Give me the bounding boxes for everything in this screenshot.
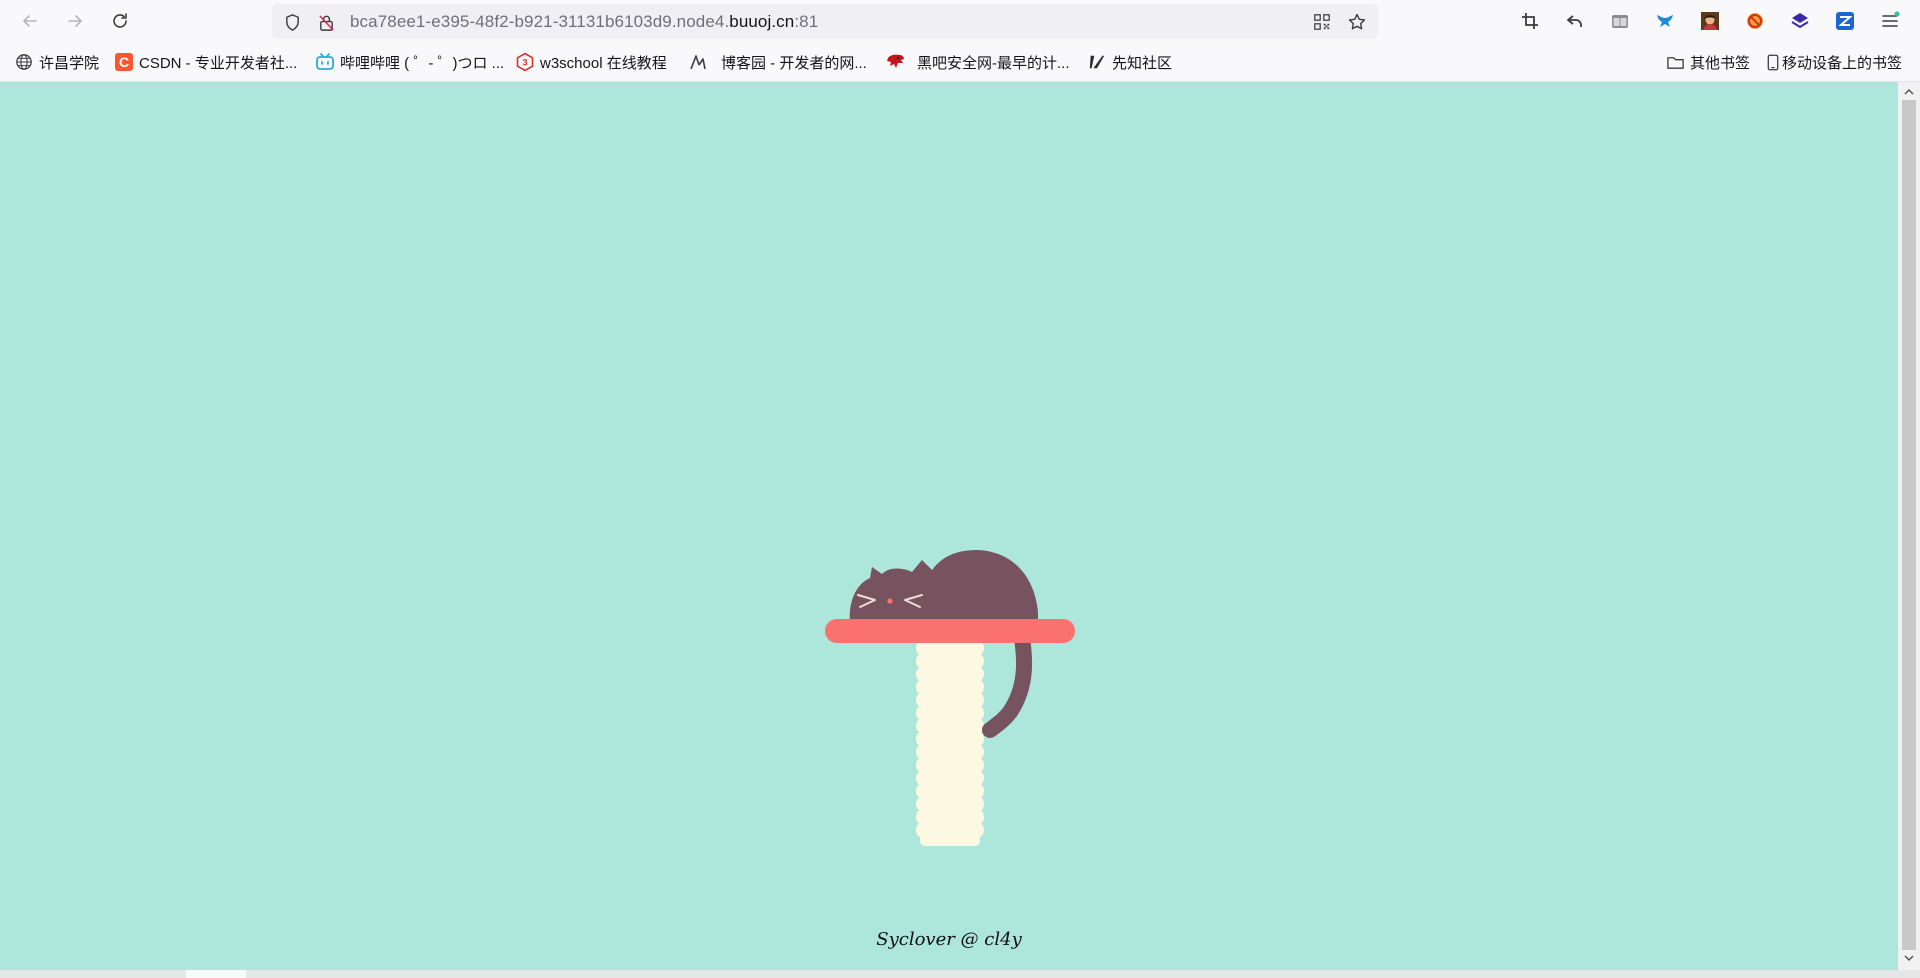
address-bar[interactable]: bca78ee1-e395-48f2-b921-31131b6103d9.nod… [272,4,1378,39]
post-rope-scallop [976,745,984,759]
block-extension-icon[interactable] [1743,9,1767,33]
back-button[interactable] [16,7,44,35]
url-prefix: bca78ee1-e395-48f2-b921-31131b6103d9.nod… [350,12,730,31]
post-rope-scallop [916,823,924,837]
sleeping-cat-illustration [825,550,1075,846]
bookmark-item[interactable]: 许昌学院 [14,51,99,73]
other-bookmarks-folder[interactable]: 其他书签 [1665,51,1750,73]
svg-text:C: C [119,54,129,70]
bookmark-label: 黑吧安全网-最早的计... [917,54,1070,72]
mobile-device-icon [1766,52,1780,72]
shield-icon[interactable] [282,12,302,32]
post-rope-scallop [916,758,924,772]
post-rope-scallop [976,641,984,655]
csdn-icon: C [114,52,134,72]
vertical-scrollbar[interactable] [1898,82,1920,970]
horizontal-scrollbar[interactable] [0,970,1920,978]
bookmark-item[interactable]: 3 w3school 在线教程 [515,51,667,73]
post-rope-scallop [976,693,984,707]
browser-toolbar: bca78ee1-e395-48f2-b921-31131b6103d9.nod… [0,0,1920,42]
bookmark-label: 博客园 - 开发者的网... [721,54,867,72]
bookmark-star-icon[interactable] [1347,12,1367,32]
post-rope-scallop [976,810,984,824]
bookmark-label: w3school 在线教程 [540,54,667,72]
url-host: buuoj.cn [729,12,795,31]
post-rope-scallop [976,823,984,837]
bookmark-label: 哔哩哔哩 ( ゜- ゜)つロ ... [340,54,505,72]
bilibili-icon [315,52,335,72]
post-rope-scallop [976,797,984,811]
scratching-post [916,640,984,846]
forward-button[interactable] [61,7,89,35]
post-rope-scallop [916,654,924,668]
post-rope-scallop [976,680,984,694]
post-rope-scallop [916,810,924,824]
post-rope-scallop [916,771,924,785]
cat-body [849,550,1038,624]
horizontal-scrollbar-thumb[interactable] [186,970,246,978]
post-rope-scallop [976,784,984,798]
bookmark-item[interactable]: 黑吧安全网-最早的计... [886,51,1070,73]
undo-icon[interactable] [1563,9,1587,33]
svg-text:3: 3 [522,58,527,68]
menu-icon[interactable] [1878,9,1902,33]
post-rope-scallop [916,680,924,694]
post-rope-scallop [976,758,984,772]
cat-shelf [825,619,1075,643]
scrollbar-thumb[interactable] [1902,100,1916,950]
insecure-lock-icon[interactable] [316,12,336,32]
post-rope-scallop [916,706,924,720]
post-rope-scallop [976,654,984,668]
bookmark-item[interactable]: 博客园 - 开发者的网... [688,51,867,73]
post-rope-scallop [916,784,924,798]
scroll-down-arrow-icon[interactable] [1903,952,1915,964]
bookmarks-toolbar: 许昌学院 C CSDN - 专业开发者社... 哔哩哔哩 ( ゜- ゜)つロ .… [0,42,1920,82]
cat-nose [887,598,893,604]
post-rope-scallop [916,693,924,707]
url-suffix: :81 [794,12,819,31]
layers-extension-icon[interactable] [1788,9,1812,33]
qr-code-icon[interactable] [1312,12,1332,32]
post-rope-scallop [916,797,924,811]
tabs-icon[interactable] [1608,9,1632,33]
bookmark-item[interactable]: 哔哩哔哩 ( ゜- ゜)つロ ... [315,51,504,73]
scroll-up-arrow-icon[interactable] [1903,86,1915,98]
zotero-extension-icon[interactable] [1833,9,1857,33]
other-bookmarks-label: 其他书签 [1690,54,1751,72]
w3school-icon: 3 [515,52,535,72]
url-text[interactable]: bca78ee1-e395-48f2-b921-31131b6103d9.nod… [350,12,818,32]
hackbar-icon [886,52,906,72]
bookmark-label: CSDN - 专业开发者社... [139,54,298,72]
bookmark-item[interactable]: C CSDN - 专业开发者社... [114,51,297,73]
reload-icon [113,13,127,28]
page-viewport: Syclover @ cl4y [0,82,1898,970]
bookmark-label: 许昌学院 [39,54,100,72]
back-arrow-icon [23,15,37,27]
post-rope-scallop [976,667,984,681]
cnblogs-icon [688,52,708,72]
footer-credit: Syclover @ cl4y [876,929,1022,950]
mobile-bookmarks-label: 移动设备上的书签 [1782,54,1903,72]
post-rope-scallop [976,732,984,746]
post-rope-scallop [916,745,924,759]
post-rope-scallop [976,771,984,785]
bookmark-label: 先知社区 [1112,54,1173,72]
forward-arrow-icon [68,15,82,27]
post-rope-scallop [976,706,984,720]
avatar-extension-icon[interactable] [1698,9,1722,33]
folder-icon [1665,52,1685,72]
crop-icon[interactable] [1518,9,1542,33]
mobile-bookmarks-folder[interactable]: 移动设备上的书签 [1766,51,1902,73]
reload-button[interactable] [106,7,134,35]
bird-extension-icon[interactable] [1653,9,1677,33]
post-rope-scallop [916,732,924,746]
globe-icon [14,52,34,72]
xianzhi-icon [1087,52,1107,72]
post-rope-scallop [916,719,924,733]
bookmark-item[interactable]: 先知社区 [1087,51,1172,73]
post-rope-scallop [916,641,924,655]
post-rope-scallop [916,667,924,681]
